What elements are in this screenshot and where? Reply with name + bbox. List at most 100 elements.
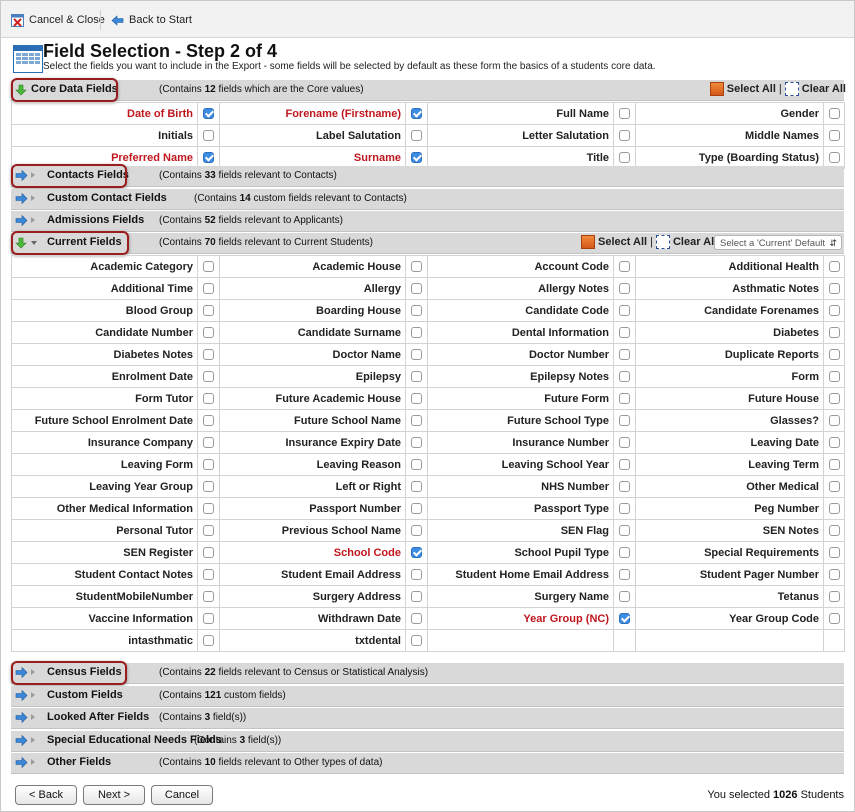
field-checkbox[interactable] [411, 481, 422, 493]
field-checkbox[interactable] [828, 108, 840, 120]
field-checkbox[interactable] [828, 459, 840, 471]
field-checkbox[interactable] [619, 261, 630, 273]
field-checkbox[interactable] [828, 613, 840, 625]
field-checkbox[interactable] [411, 283, 422, 295]
field-checkbox[interactable] [828, 569, 840, 581]
section-admissions-fields[interactable]: Admissions Fields (Contains 52 fields rel… [11, 211, 844, 232]
field-checkbox[interactable] [828, 393, 840, 405]
section-other-fields[interactable]: Other Fields (Contains 10 fields relevant… [11, 753, 844, 774]
field-checkbox[interactable] [828, 437, 840, 449]
field-checkbox[interactable] [619, 108, 630, 120]
field-checkbox[interactable] [619, 525, 630, 537]
field-checkbox[interactable] [411, 261, 422, 273]
field-checkbox[interactable] [411, 459, 422, 471]
field-checkbox[interactable] [619, 437, 630, 449]
field-checkbox[interactable] [411, 327, 422, 339]
field-checkbox[interactable] [828, 327, 840, 339]
section-core-data-fields[interactable]: Core Data Fields (Contains 12 fields whi… [11, 80, 846, 101]
field-checkbox[interactable] [203, 371, 214, 383]
field-checkbox[interactable] [619, 305, 630, 317]
field-checkbox[interactable] [619, 393, 630, 405]
field-checkbox[interactable] [411, 525, 422, 537]
field-checkbox[interactable] [203, 635, 214, 647]
current-default-select[interactable]: Select a 'Current' Default ⇵ [714, 235, 842, 250]
field-checkbox[interactable] [203, 547, 214, 559]
field-checkbox[interactable] [619, 349, 630, 361]
field-checkbox[interactable] [411, 547, 422, 559]
section-census-fields[interactable]: Census Fields (Contains 22 fields relevan… [11, 663, 844, 684]
field-checkbox[interactable] [203, 108, 214, 120]
field-checkbox[interactable] [619, 152, 630, 164]
next-button[interactable]: Next > [83, 785, 145, 805]
field-checkbox[interactable] [203, 349, 214, 361]
field-checkbox[interactable] [411, 613, 422, 625]
section-special-educational-needs-fields[interactable]: Special Educational Needs Fields (Contain… [11, 730, 844, 752]
cancel-close-button[interactable]: Cancel & Close [11, 12, 105, 28]
field-checkbox[interactable] [411, 130, 422, 142]
field-checkbox[interactable] [828, 349, 840, 361]
field-checkbox[interactable] [411, 569, 422, 581]
section-current-fields[interactable]: Current Fields (Contains 70 fields relev… [11, 233, 844, 254]
field-checkbox[interactable] [411, 437, 422, 449]
field-checkbox[interactable] [203, 415, 214, 427]
field-checkbox[interactable] [203, 393, 214, 405]
back-button[interactable]: < Back [15, 785, 77, 805]
field-checkbox[interactable] [828, 371, 840, 383]
field-checkbox[interactable] [828, 261, 840, 273]
section-looked-after-fields[interactable]: Looked After Fields (Contains 3 field(s)) [11, 708, 844, 729]
field-checkbox[interactable] [411, 152, 422, 164]
current-clear-all-link[interactable]: Clear All [673, 236, 717, 248]
section-custom-fields[interactable]: Custom Fields (Contains 121 custom fields… [11, 685, 844, 707]
field-checkbox[interactable] [203, 152, 214, 164]
field-checkbox[interactable] [828, 481, 840, 493]
field-checkbox[interactable] [828, 283, 840, 295]
field-checkbox[interactable] [828, 130, 840, 142]
field-checkbox[interactable] [828, 547, 840, 559]
field-checkbox[interactable] [411, 503, 422, 515]
back-to-start-button[interactable]: Back to Start [111, 12, 192, 28]
field-checkbox[interactable] [203, 130, 214, 142]
field-checkbox[interactable] [619, 547, 630, 559]
field-checkbox[interactable] [619, 503, 630, 515]
field-checkbox[interactable] [619, 371, 630, 383]
cancel-button[interactable]: Cancel [151, 785, 213, 805]
core-select-all-link[interactable]: Select All [727, 83, 776, 95]
field-checkbox[interactable] [203, 481, 214, 493]
field-checkbox[interactable] [203, 437, 214, 449]
field-checkbox[interactable] [203, 305, 214, 317]
field-checkbox[interactable] [828, 503, 840, 515]
field-checkbox[interactable] [619, 459, 630, 471]
field-checkbox[interactable] [411, 591, 422, 603]
field-checkbox[interactable] [203, 261, 214, 273]
field-checkbox[interactable] [203, 569, 214, 581]
field-checkbox[interactable] [828, 152, 840, 164]
field-checkbox[interactable] [411, 415, 422, 427]
core-clear-all-link[interactable]: Clear All [802, 83, 846, 95]
field-checkbox[interactable] [203, 327, 214, 339]
field-checkbox[interactable] [619, 327, 630, 339]
section-contacts-fields[interactable]: Contacts Fields (Contains 33 fields relev… [11, 166, 844, 187]
field-checkbox[interactable] [619, 130, 630, 142]
current-select-all-link[interactable]: Select All [598, 236, 647, 248]
field-checkbox[interactable] [619, 591, 630, 603]
field-checkbox[interactable] [203, 525, 214, 537]
field-checkbox[interactable] [203, 503, 214, 515]
field-checkbox[interactable] [828, 525, 840, 537]
field-checkbox[interactable] [203, 613, 214, 625]
field-checkbox[interactable] [203, 591, 214, 603]
field-checkbox[interactable] [411, 108, 422, 120]
field-checkbox[interactable] [619, 613, 630, 625]
field-checkbox[interactable] [619, 283, 630, 295]
field-checkbox[interactable] [411, 371, 422, 383]
field-checkbox[interactable] [828, 415, 840, 427]
field-checkbox[interactable] [619, 569, 630, 581]
field-checkbox[interactable] [619, 481, 630, 493]
field-checkbox[interactable] [411, 349, 422, 361]
field-checkbox[interactable] [411, 635, 422, 647]
field-checkbox[interactable] [203, 459, 214, 471]
field-checkbox[interactable] [411, 393, 422, 405]
field-checkbox[interactable] [203, 283, 214, 295]
field-checkbox[interactable] [619, 415, 630, 427]
field-checkbox[interactable] [828, 305, 840, 317]
section-custom-contact-fields[interactable]: Custom Contact Fields (Contains 14 custom… [11, 188, 844, 210]
